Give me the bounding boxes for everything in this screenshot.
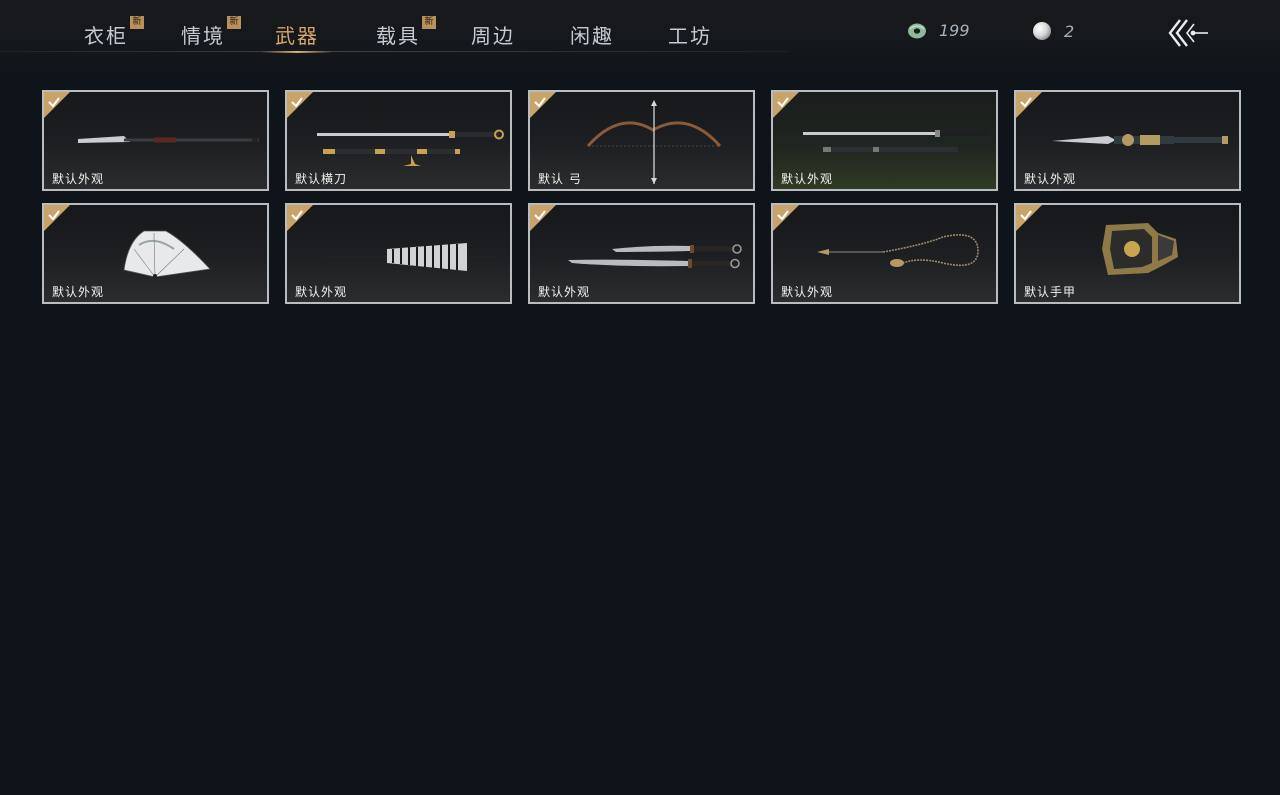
tab-peripherals[interactable]: 周边: [471, 20, 515, 49]
category-tabs: 衣柜 新 情境 新 武器 载具 新 周边 闲趣 工坊: [0, 0, 788, 53]
jade-amount: 199: [939, 21, 970, 40]
tab-weapons[interactable]: 武器: [261, 20, 333, 53]
tab-wardrobe[interactable]: 衣柜 新: [84, 16, 144, 49]
weapon-card[interactable]: 默认外观: [42, 90, 269, 191]
check-icon: [777, 210, 789, 221]
pearl-icon: [1033, 22, 1051, 40]
back-arrow-icon: [1168, 19, 1208, 47]
weapon-card[interactable]: 默认 弓: [528, 90, 755, 191]
tab-label: 工坊: [668, 24, 712, 48]
weapon-card[interactable]: 默认外观: [42, 203, 269, 304]
item-label: 默认外观: [538, 285, 591, 299]
new-badge: 新: [227, 16, 241, 29]
weapon-card[interactable]: 默认外观: [528, 203, 755, 304]
check-icon: [1020, 97, 1032, 108]
tab-label: 衣柜: [84, 24, 128, 48]
item-label: 默认外观: [52, 285, 105, 299]
tab-label: 武器: [275, 24, 319, 48]
tab-scenes[interactable]: 情境 新: [181, 16, 241, 49]
item-label: 默认 弓: [538, 172, 582, 186]
item-label: 默认外观: [781, 285, 834, 299]
weapon-card[interactable]: 默认外观: [285, 203, 512, 304]
tab-label: 载具: [376, 24, 420, 48]
check-icon: [777, 97, 789, 108]
tab-mounts[interactable]: 载具 新: [376, 16, 436, 49]
item-label: 默认外观: [781, 172, 834, 186]
check-icon: [534, 210, 546, 221]
item-label: 默认外观: [52, 172, 105, 186]
new-badge: 新: [130, 16, 144, 29]
item-label: 默认外观: [295, 285, 348, 299]
item-label: 默认手甲: [1024, 285, 1077, 299]
check-icon: [48, 97, 60, 108]
pearl-amount: 2: [1064, 21, 1075, 41]
weapon-card[interactable]: 默认外观: [1014, 90, 1241, 191]
item-label: 默认外观: [1024, 172, 1077, 186]
item-label: 默认横刀: [295, 172, 348, 186]
check-icon: [291, 210, 303, 221]
jade-coin-icon: [908, 23, 926, 38]
tab-label: 情境: [181, 24, 225, 48]
weapon-card[interactable]: 默认手甲: [1014, 203, 1241, 304]
top-bar: 衣柜 新 情境 新 武器 载具 新 周边 闲趣 工坊 199 2: [0, 0, 1280, 74]
check-icon: [534, 97, 546, 108]
tab-leisure[interactable]: 闲趣: [570, 20, 614, 49]
tab-label: 周边: [471, 24, 515, 48]
weapon-card[interactable]: 默认横刀: [285, 90, 512, 191]
weapon-card[interactable]: 默认外观: [771, 90, 998, 191]
pearl-currency: 2: [1032, 21, 1074, 41]
weapon-card[interactable]: 默认外观: [771, 203, 998, 304]
jade-currency: 199: [907, 21, 970, 40]
new-badge: 新: [422, 16, 436, 29]
check-icon: [291, 97, 303, 108]
tabs-divider: [0, 51, 788, 52]
check-icon: [48, 210, 60, 221]
tab-label: 闲趣: [570, 24, 614, 48]
back-button[interactable]: [1166, 16, 1212, 50]
tab-workshop[interactable]: 工坊: [668, 20, 712, 49]
check-icon: [1020, 210, 1032, 221]
